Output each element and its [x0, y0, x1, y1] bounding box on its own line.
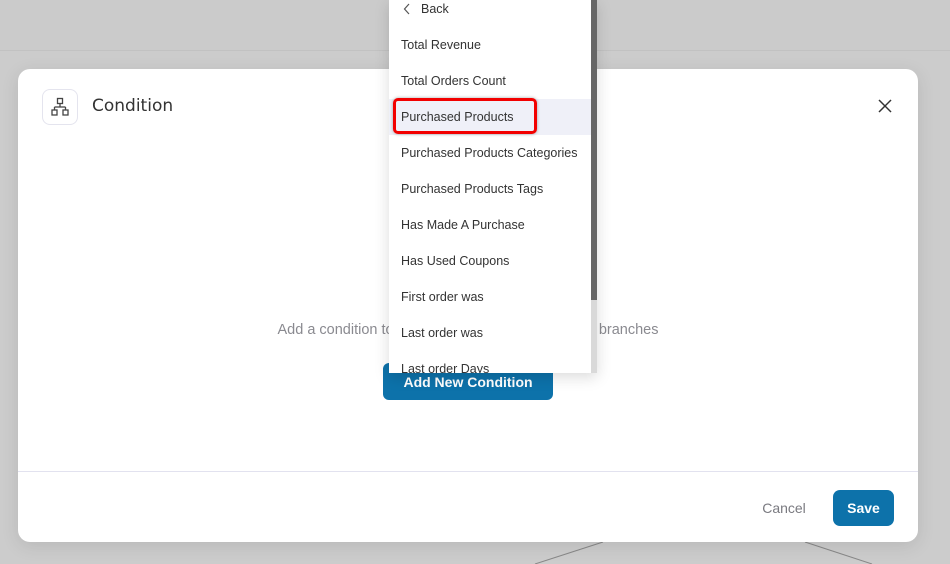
- menu-item-last-order-days[interactable]: Last order Days: [389, 351, 591, 373]
- sitemap-icon: [51, 97, 69, 116]
- menu-item-purchased-products[interactable]: Purchased Products: [389, 99, 591, 135]
- modal-title: Condition: [92, 96, 174, 116]
- menu-item-purchased-products-categories[interactable]: Purchased Products Categories: [389, 135, 591, 171]
- save-button[interactable]: Save: [833, 490, 894, 526]
- condition-icon-box: [42, 89, 78, 125]
- menu-item-first-order-was[interactable]: First order was: [389, 279, 591, 315]
- dropdown-scrollbar-thumb[interactable]: [591, 0, 597, 300]
- menu-item-purchased-products-tags[interactable]: Purchased Products Tags: [389, 171, 591, 207]
- condition-type-dropdown: Back Total Revenue Total Orders Count Pu…: [389, 0, 597, 373]
- menu-item-total-orders-count[interactable]: Total Orders Count: [389, 63, 591, 99]
- cancel-button[interactable]: Cancel: [748, 493, 820, 523]
- dropdown-list: Back Total Revenue Total Orders Count Pu…: [389, 0, 591, 373]
- menu-item-has-used-coupons[interactable]: Has Used Coupons: [389, 243, 591, 279]
- connector-line-left: [534, 541, 604, 564]
- close-button[interactable]: [876, 97, 894, 115]
- connector-line-right: [804, 541, 873, 564]
- back-menu-item[interactable]: Back: [389, 0, 591, 27]
- close-icon: [878, 99, 892, 113]
- menu-item-last-order-was[interactable]: Last order was: [389, 315, 591, 351]
- footer-divider: [18, 471, 918, 472]
- menu-item-total-revenue[interactable]: Total Revenue: [389, 27, 591, 63]
- back-label: Back: [421, 2, 449, 16]
- menu-item-has-made-a-purchase[interactable]: Has Made A Purchase: [389, 207, 591, 243]
- chevron-left-icon: [403, 3, 410, 15]
